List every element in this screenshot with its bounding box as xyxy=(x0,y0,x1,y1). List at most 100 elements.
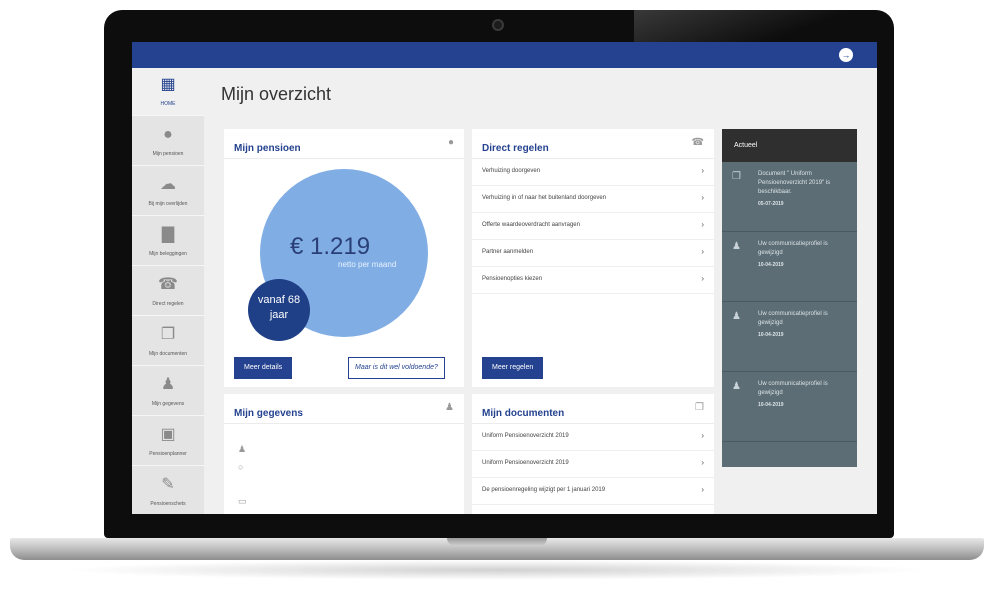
user-icon: ♟ xyxy=(238,444,247,454)
chevron-right-icon: › xyxy=(701,274,704,283)
sidebar-item-beleggingen[interactable]: ▇ Mijn beleggingen xyxy=(132,218,204,266)
regelen-item-label: Verhuizing in of naar het buitenland doo… xyxy=(482,195,607,201)
sidebar-item-mijn-pensioen[interactable]: ● Mijn pensioen xyxy=(132,118,204,166)
meer-details-button[interactable]: Meer details xyxy=(234,357,293,379)
user-icon: ♟ xyxy=(445,402,454,413)
chevron-right-icon: › xyxy=(701,193,704,202)
card-header: Mijn gegevens ♟ xyxy=(224,394,464,424)
regelen-item-label: Offerte waardeoverdracht aanvragen xyxy=(482,222,580,228)
document-item[interactable]: Uniform Pensioenoverzicht 2019 › xyxy=(472,424,714,451)
sidebar-item-direct-regelen[interactable]: ☎ Direct regelen xyxy=(132,268,204,316)
chevron-right-icon: › xyxy=(701,247,704,256)
regelen-item-label: Verhuizing doorgeven xyxy=(482,168,541,174)
sidebar-item-label: Mijn gegevens xyxy=(151,401,185,407)
sidebar-item-label: Pensioenplanner xyxy=(149,451,187,457)
user-icon: ♟ xyxy=(732,241,741,252)
sidebar-item-label: Mijn pensioen xyxy=(152,151,184,157)
sidebar-item-label: HOME xyxy=(160,101,176,107)
sidebar-item-pensioenschets[interactable]: ✎ Pensioenschets xyxy=(132,468,204,514)
card-header: Mijn pensioen ● xyxy=(224,129,464,159)
laptop-base xyxy=(10,538,984,560)
sidebar: ▦ HOME ● Mijn pensioen ☁ Bij mijn overli… xyxy=(132,68,204,514)
voldoende-button[interactable]: Maar is dit wel voldoende? xyxy=(348,357,445,379)
regelen-item[interactable]: Offerte waardeoverdracht aanvragen › xyxy=(472,213,714,240)
email-icon: ▭ xyxy=(238,496,247,506)
documents-icon: ❐ xyxy=(160,326,176,343)
news-text: Uw communicatieprofiel is gewijzigd xyxy=(758,311,828,326)
news-date: 10-04-2019 xyxy=(758,262,784,268)
card-header: Mijn documenten ❐ xyxy=(472,394,714,424)
card-title: Mijn pensioen xyxy=(234,143,301,154)
laptop-shadow xyxy=(60,560,934,580)
news-date: 05-07-2019 xyxy=(758,201,784,207)
regelen-item[interactable]: Partner aanmelden › xyxy=(472,240,714,267)
grid-icon: ▦ xyxy=(160,76,176,93)
actueel-title: Actueel xyxy=(722,129,857,162)
documenten-card: Mijn documenten ❐ Uniform Pensioenoverzi… xyxy=(472,394,714,514)
piggy-bank-icon: ● xyxy=(447,137,454,148)
sidebar-item-label: Direct regelen xyxy=(152,301,184,307)
direct-regelen-card: Direct regelen ☎ Verhuizing doorgeven › V… xyxy=(472,129,714,387)
sidebar-item-label: Pensioenschets xyxy=(150,501,186,507)
sidebar-item-label: Mijn beleggingen xyxy=(149,251,187,257)
age-line-2: jaar xyxy=(269,309,289,321)
user-icon: ♟ xyxy=(732,381,741,392)
card-title: Mijn documenten xyxy=(482,408,565,419)
sidebar-item-documenten[interactable]: ❐ Mijn documenten xyxy=(132,318,204,366)
piggy-bank-icon: ● xyxy=(163,126,173,143)
news-text: Uw communicatieprofiel is gewijzigd xyxy=(758,381,828,396)
news-item[interactable]: ♟ Uw communicatieprofiel is gewijzigd 10… xyxy=(722,372,857,442)
pencil-icon: ✎ xyxy=(161,476,175,493)
chevron-right-icon: › xyxy=(701,431,704,440)
page-title: Mijn overzicht xyxy=(221,84,332,104)
laptop-notch xyxy=(447,538,547,546)
documents-icon: ❐ xyxy=(695,402,704,413)
card-header: Direct regelen ☎ xyxy=(472,129,714,159)
card-title: Mijn gegevens xyxy=(234,408,303,419)
chevron-right-icon: › xyxy=(701,458,704,467)
regelen-item-label: Pensioenopties kiezen xyxy=(482,276,543,282)
calculator-icon: ▣ xyxy=(160,426,176,443)
location-pin-icon: ○ xyxy=(238,462,244,472)
document-item-label: De pensioenregeling wijzigt per 1 januar… xyxy=(482,487,606,493)
news-text: Uw communicatieprofiel is gewijzigd xyxy=(758,241,828,256)
regelen-item[interactable]: Pensioenopties kiezen › xyxy=(472,267,714,294)
phone-icon: ☎ xyxy=(158,276,178,293)
document-item[interactable]: Uniform Pensioenoverzicht 2019 › xyxy=(472,451,714,478)
news-item[interactable]: ♟ Uw communicatieprofiel is gewijzigd 10… xyxy=(722,302,857,372)
card-title: Direct regelen xyxy=(482,143,549,154)
document-item-label: Uniform Pensioenoverzicht 2019 xyxy=(482,460,569,466)
chevron-right-icon: › xyxy=(701,220,704,229)
pension-amount-subtitle: netto per maand xyxy=(338,260,397,269)
news-item[interactable]: ♟ Uw communicatieprofiel is gewijzigd 10… xyxy=(722,232,857,302)
sidebar-item-gegevens[interactable]: ♟ Mijn gegevens xyxy=(132,368,204,416)
news-date: 10-04-2019 xyxy=(758,402,784,408)
news-text: Document " Uniform Pensioenoverzicht 201… xyxy=(758,171,831,195)
webcam-icon xyxy=(492,19,504,31)
age-line-1: vanaf 68 xyxy=(257,294,301,306)
meer-regelen-button[interactable]: Meer regelen xyxy=(482,357,544,379)
cloud-icon: ☁ xyxy=(160,176,176,193)
user-icon: ♟ xyxy=(160,376,176,393)
gegevens-card: Mijn gegevens ♟ ♟ ○ ▭ xyxy=(224,394,464,514)
document-item[interactable]: De pensioenregeling wijzigt per 1 januar… xyxy=(472,478,714,505)
document-icon: ❐ xyxy=(732,171,741,182)
sidebar-item-home[interactable]: ▦ HOME xyxy=(132,68,204,116)
sidebar-item-overlijden[interactable]: ☁ Bij mijn overlijden xyxy=(132,168,204,216)
pensioen-card: Mijn pensioen ● € 1.219 netto per maand … xyxy=(224,129,464,387)
sidebar-item-pensioenplanner[interactable]: ▣ Pensioenplanner xyxy=(132,418,204,466)
regelen-item[interactable]: Verhuizing doorgeven › xyxy=(472,159,714,186)
app-screen: → ▦ HOME ● Mijn pensioen ☁ Bij mijn over… xyxy=(132,42,877,514)
sidebar-item-label: Bij mijn overlijden xyxy=(148,201,188,207)
regelen-item[interactable]: Verhuizing in of naar het buitenland doo… xyxy=(472,186,714,213)
chevron-right-icon: › xyxy=(701,485,704,494)
chevron-right-icon: › xyxy=(701,166,704,175)
phone-icon: ☎ xyxy=(691,137,704,148)
bar-chart-icon: ▇ xyxy=(161,226,175,243)
pension-age-badge: vanaf 68 jaar xyxy=(248,279,310,341)
logout-icon[interactable]: → xyxy=(839,48,853,62)
news-item[interactable]: ❐ Document " Uniform Pensioenoverzicht 2… xyxy=(722,162,857,232)
document-item-label: Uniform Pensioenoverzicht 2019 xyxy=(482,433,569,439)
regelen-item-label: Partner aanmelden xyxy=(482,249,534,255)
news-date: 10-04-2019 xyxy=(758,332,784,338)
